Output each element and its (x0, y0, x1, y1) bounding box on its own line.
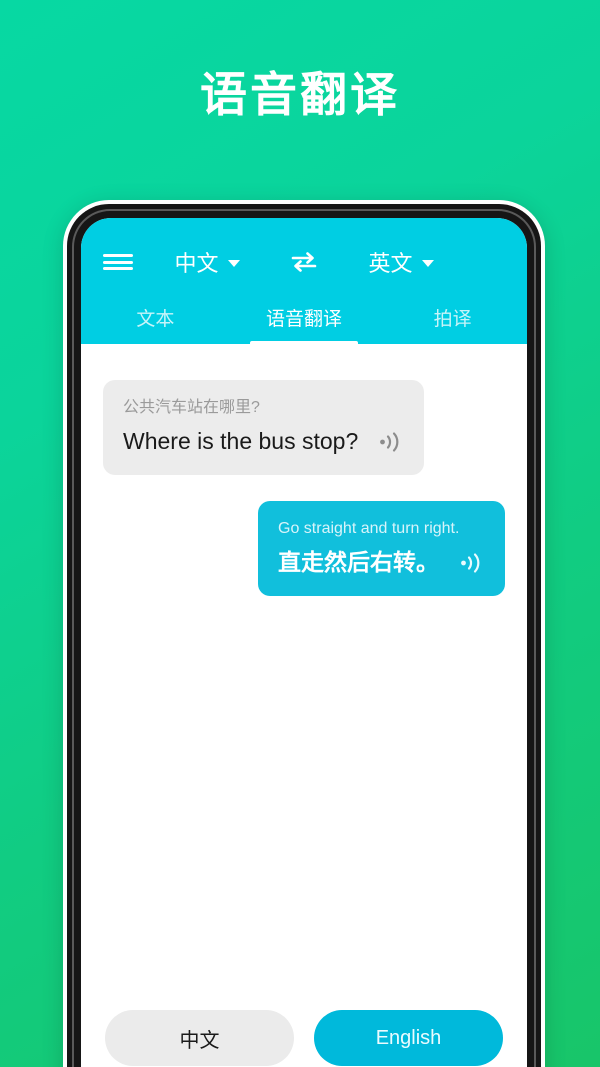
message-main-line: 直走然后右转。 (278, 548, 485, 578)
tab-text[interactable]: 文本 (81, 290, 230, 344)
chevron-down-icon (227, 260, 240, 267)
record-target-language-button[interactable]: English (314, 1010, 503, 1066)
hamburger-menu-icon[interactable] (103, 251, 133, 273)
hamburger-bar (103, 267, 133, 270)
speaker-sound-icon[interactable] (459, 552, 485, 574)
message-source-text: 公共汽车站在哪里? (123, 399, 260, 416)
swap-arrows-icon (291, 252, 317, 272)
message-row: Go straight and turn right. 直走然后右转。 (103, 501, 505, 597)
tab-voice-translation[interactable]: 语音翻译 (230, 290, 379, 344)
swap-languages-button[interactable] (281, 250, 327, 274)
source-language-selector[interactable]: 中文 (133, 246, 281, 278)
target-language-selector[interactable]: 英文 (327, 246, 475, 278)
record-source-language-button[interactable]: 中文 (105, 1010, 294, 1066)
phone-device-frame: 中文 英文 文本 语音翻译 拍译 公共汽车站在哪里? Where is the … (63, 200, 545, 1067)
message-translated-text: Where is the bus stop? (123, 428, 359, 455)
message-row: 公共汽车站在哪里? Where is the bus stop? (103, 380, 505, 476)
tab-bar: 文本 语音翻译 拍译 (81, 290, 527, 344)
tab-photo-translation[interactable]: 拍译 (378, 290, 527, 344)
hamburger-bar (103, 254, 133, 257)
page-title: 语音翻译 (200, 68, 400, 121)
message-translated-text: 直走然后右转。 (278, 549, 439, 576)
phone-bezel: 中文 英文 文本 语音翻译 拍译 公共汽车站在哪里? Where is the … (67, 204, 541, 1067)
app-header: 中文 英文 文本 语音翻译 拍译 (81, 218, 527, 344)
chevron-down-icon (421, 260, 434, 267)
bottom-action-bar: 中文 English (81, 1010, 527, 1067)
conversation-list: 公共汽车站在哪里? Where is the bus stop? Go stra… (81, 344, 527, 1010)
phone-screen: 中文 英文 文本 语音翻译 拍译 公共汽车站在哪里? Where is the … (81, 218, 527, 1067)
source-language-label: 中文 (174, 251, 219, 276)
hamburger-bar (103, 260, 133, 264)
message-bubble-incoming[interactable]: 公共汽车站在哪里? Where is the bus stop? (103, 380, 425, 476)
message-bubble-outgoing[interactable]: Go straight and turn right. 直走然后右转。 (258, 501, 505, 597)
message-source-text: Go straight and turn right. (278, 520, 460, 538)
header-top-row: 中文 英文 (81, 234, 527, 290)
speaker-sound-icon[interactable] (378, 431, 404, 453)
message-main-line: Where is the bus stop? (123, 427, 404, 457)
target-language-label: 英文 (368, 251, 413, 276)
